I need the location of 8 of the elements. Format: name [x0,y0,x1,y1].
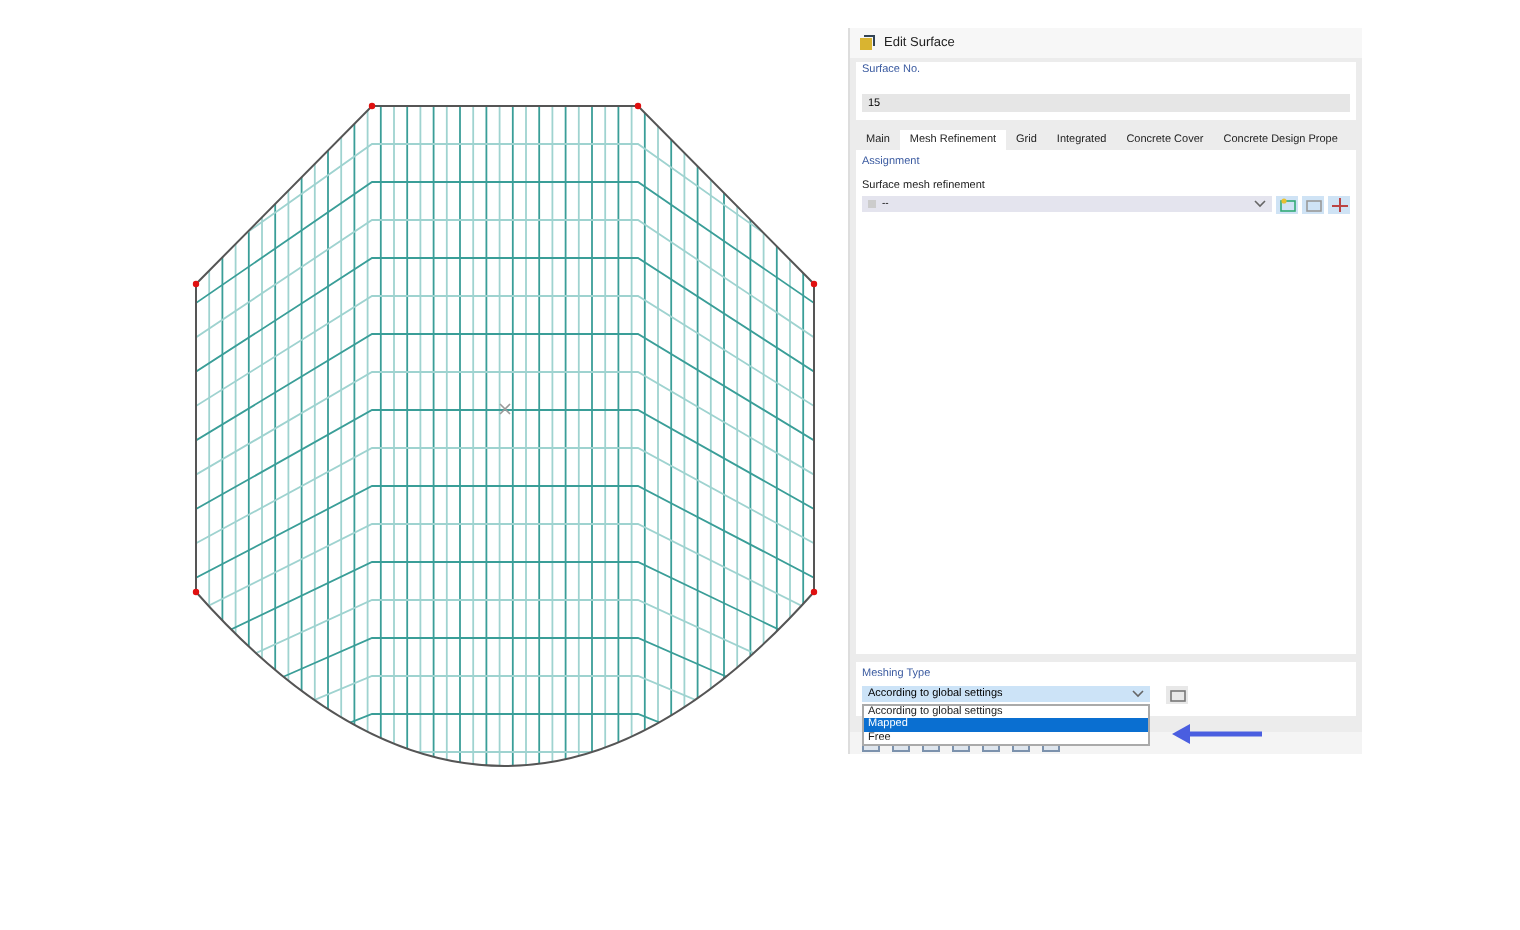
pointer-arrow-icon [1170,721,1266,745]
chevron-down-icon [1132,690,1144,698]
edit-item-button[interactable] [1302,195,1324,213]
surface-edit-icon [858,34,876,52]
chevron-down-icon [1254,200,1266,208]
edit-item-button[interactable] [1166,685,1188,703]
new-item-button[interactable] [1276,195,1298,213]
pick-item-button[interactable] [1328,195,1350,213]
